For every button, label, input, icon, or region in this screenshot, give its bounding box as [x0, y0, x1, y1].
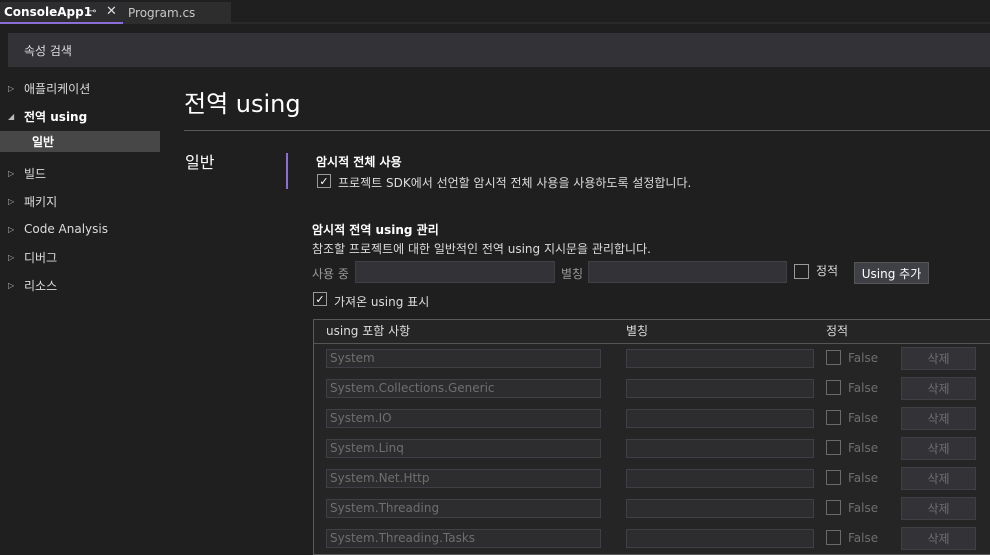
- using-cell[interactable]: System: [326, 349, 601, 368]
- sidebar-item-label: 리소스: [24, 278, 58, 293]
- sidebar-item-label: 패키지: [24, 194, 58, 209]
- static-cell-label: False: [848, 351, 879, 365]
- manage-usings-heading: 암시적 전역 using 관리: [312, 223, 439, 237]
- chevron-right-icon[interactable]: ▷: [8, 281, 24, 290]
- page-title: 전역 using: [184, 90, 301, 118]
- using-input[interactable]: [355, 261, 555, 283]
- static-cell-checkbox[interactable]: [826, 530, 841, 545]
- alias-cell[interactable]: [626, 499, 814, 518]
- static-cell-checkbox[interactable]: [826, 350, 841, 365]
- sidebar-item-package[interactable]: ▷ 패키지: [8, 190, 57, 212]
- tab-consoleapp1-label: ConsoleApp1: [4, 5, 93, 19]
- using-cell[interactable]: System.Collections.Generic: [326, 379, 601, 398]
- column-header-using[interactable]: using 포함 사항: [326, 322, 410, 339]
- title-divider: [184, 130, 990, 131]
- sidebar-item-label: 빌드: [24, 166, 47, 181]
- using-cell[interactable]: System.Linq: [326, 439, 601, 458]
- static-cell-checkbox[interactable]: [826, 440, 841, 455]
- close-icon[interactable]: ✕: [106, 4, 117, 19]
- sidebar-item-label: 일반: [32, 135, 55, 149]
- column-header-alias[interactable]: 별칭: [626, 322, 648, 339]
- show-imported-label: 가져온 using 표시: [334, 295, 430, 309]
- using-cell[interactable]: System.Net.Http: [326, 469, 601, 488]
- chevron-right-icon[interactable]: ▷: [8, 84, 24, 93]
- alias-cell[interactable]: [626, 469, 814, 488]
- sidebar-item-label: 디버그: [24, 250, 58, 265]
- delete-button[interactable]: 삭제: [901, 407, 976, 430]
- static-cell-label: False: [848, 381, 879, 395]
- sidebar-selection-highlight: [0, 131, 160, 152]
- table-header-divider: [314, 343, 990, 344]
- sidebar-item-resources[interactable]: ▷ 리소스: [8, 274, 57, 296]
- static-cell-label: False: [848, 471, 879, 485]
- static-cell-label: False: [848, 411, 879, 425]
- alias-cell[interactable]: [626, 379, 814, 398]
- sidebar-item-label: 애플리케이션: [24, 81, 91, 96]
- using-cell[interactable]: System.IO: [326, 409, 601, 428]
- using-field-label: 사용 중: [312, 267, 349, 281]
- static-cell-label: False: [848, 501, 879, 515]
- delete-button[interactable]: 삭제: [901, 467, 976, 490]
- column-header-static[interactable]: 정적: [826, 322, 848, 339]
- delete-button[interactable]: 삭제: [901, 497, 976, 520]
- static-cell-checkbox[interactable]: [826, 410, 841, 425]
- tab-program-cs-label: Program.cs: [128, 6, 196, 20]
- sidebar-item-label: 전역 using: [24, 109, 88, 124]
- chevron-down-icon[interactable]: ◢: [8, 112, 24, 121]
- implicit-usings-label: 프로젝트 SDK에서 선언할 암시적 전체 사용을 사용하도록 설정합니다.: [338, 176, 692, 190]
- chevron-right-icon[interactable]: ▷: [8, 253, 24, 262]
- search-label: 속성 검색: [24, 43, 72, 58]
- sidebar-item-build[interactable]: ▷ 빌드: [8, 162, 46, 184]
- implicit-usings-checkbox[interactable]: ✓: [317, 174, 331, 188]
- tab-consoleapp1[interactable]: ConsoleApp1 ⊸ ✕: [0, 2, 123, 24]
- chevron-right-icon[interactable]: ▷: [8, 197, 24, 206]
- chevron-right-icon[interactable]: ▷: [8, 169, 24, 178]
- pin-icon[interactable]: ⊸: [88, 6, 96, 17]
- using-cell[interactable]: System.Threading: [326, 499, 601, 518]
- delete-button[interactable]: 삭제: [901, 527, 976, 550]
- alias-cell[interactable]: [626, 409, 814, 428]
- delete-button[interactable]: 삭제: [901, 347, 976, 370]
- static-cell-checkbox[interactable]: [826, 500, 841, 515]
- sidebar-item-debug[interactable]: ▷ 디버그: [8, 246, 57, 268]
- delete-button[interactable]: 삭제: [901, 377, 976, 400]
- static-checkbox-label: 정적: [816, 264, 839, 278]
- alias-cell[interactable]: [626, 439, 814, 458]
- static-cell-checkbox[interactable]: [826, 380, 841, 395]
- static-cell-label: False: [848, 441, 879, 455]
- sidebar-item-global-using[interactable]: ◢ 전역 using: [8, 105, 87, 127]
- implicit-usings-heading: 암시적 전체 사용: [316, 155, 402, 169]
- sidebar-item-label: Code Analysis: [24, 222, 108, 236]
- static-cell-label: False: [848, 531, 879, 545]
- alias-cell[interactable]: [626, 529, 814, 548]
- sidebar-item-code-analysis[interactable]: ▷ Code Analysis: [8, 218, 108, 240]
- tab-program-cs[interactable]: Program.cs: [123, 2, 231, 24]
- property-search-input[interactable]: 속성 검색: [8, 33, 990, 67]
- alias-input[interactable]: [588, 261, 787, 283]
- sidebar-item-general[interactable]: 일반: [32, 131, 54, 152]
- alias-field-label: 별칭: [561, 267, 584, 281]
- alias-cell[interactable]: [626, 349, 814, 368]
- static-cell-checkbox[interactable]: [826, 470, 841, 485]
- add-using-button[interactable]: Using 추가: [854, 262, 929, 284]
- sidebar-item-application[interactable]: ▷ 애플리케이션: [8, 77, 90, 99]
- chevron-right-icon[interactable]: ▷: [8, 225, 24, 234]
- manage-usings-description: 참조할 프로젝트에 대한 일반적인 전역 using 지시문을 관리합니다.: [312, 242, 651, 256]
- delete-button[interactable]: 삭제: [901, 437, 976, 460]
- section-accent-bar: [286, 153, 288, 189]
- using-cell[interactable]: System.Threading.Tasks: [326, 529, 601, 548]
- static-checkbox[interactable]: [794, 264, 809, 279]
- section-heading-general: 일반: [185, 153, 215, 172]
- show-imported-checkbox[interactable]: ✓: [313, 292, 327, 306]
